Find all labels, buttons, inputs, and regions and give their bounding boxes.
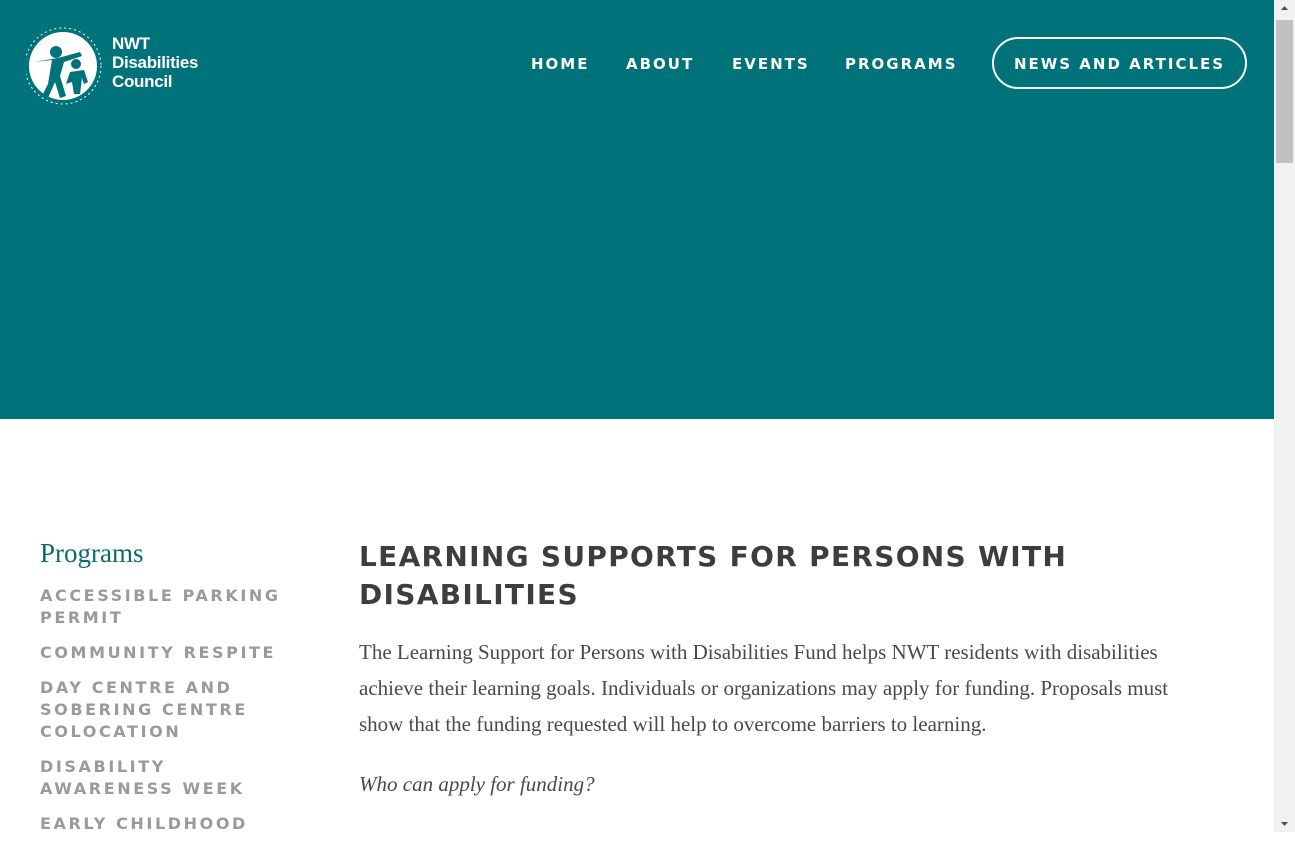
logo-emblem-icon <box>26 27 102 105</box>
page-title: LEARNING SUPPORTS FOR PERSONS WITH DISAB… <box>359 540 1068 611</box>
nav-events[interactable]: EVENTS <box>732 55 810 73</box>
nav-programs[interactable]: PROGRAMS <box>845 55 958 73</box>
intro-paragraph: The Learning Support for Persons with Di… <box>359 640 1169 736</box>
logo-line-1: NWT <box>112 34 150 53</box>
hero-banner: NWT Disabilities Council HOME ABOUT EVEN… <box>0 0 1274 419</box>
scrollbar-thumb[interactable] <box>1276 20 1293 163</box>
logo-line-3: Council <box>112 72 173 91</box>
nav-home[interactable]: HOME <box>531 55 589 73</box>
arrow-down-icon[interactable] <box>1274 815 1295 832</box>
sidebar-item-disability-awareness[interactable]: DISABILITY AWARENESS WEEK <box>40 756 300 800</box>
logo-text: NWT Disabilities Council <box>112 34 198 91</box>
sidebar-item-accessible-parking[interactable]: ACCESSIBLE PARKING PERMIT <box>40 585 300 629</box>
nav-about[interactable]: ABOUT <box>626 55 694 73</box>
vertical-scrollbar[interactable] <box>1274 0 1295 832</box>
sidebar-item-day-centre[interactable]: DAY CENTRE AND SOBERING CENTRE COLOCATIO… <box>40 677 300 743</box>
sidebar-title: Programs <box>40 538 144 568</box>
site-logo[interactable]: NWT Disabilities Council <box>26 22 206 106</box>
faq-question: Who can apply for funding? <box>359 772 595 796</box>
nav-news-button[interactable]: NEWS AND ARTICLES <box>992 37 1247 89</box>
arrow-up-icon[interactable] <box>1274 0 1295 17</box>
logo-line-2: Disabilities <box>112 53 199 72</box>
sidebar-item-community-respite[interactable]: COMMUNITY RESPITE <box>40 642 300 664</box>
sidebar-list: ACCESSIBLE PARKING PERMIT COMMUNITY RESP… <box>40 585 300 848</box>
